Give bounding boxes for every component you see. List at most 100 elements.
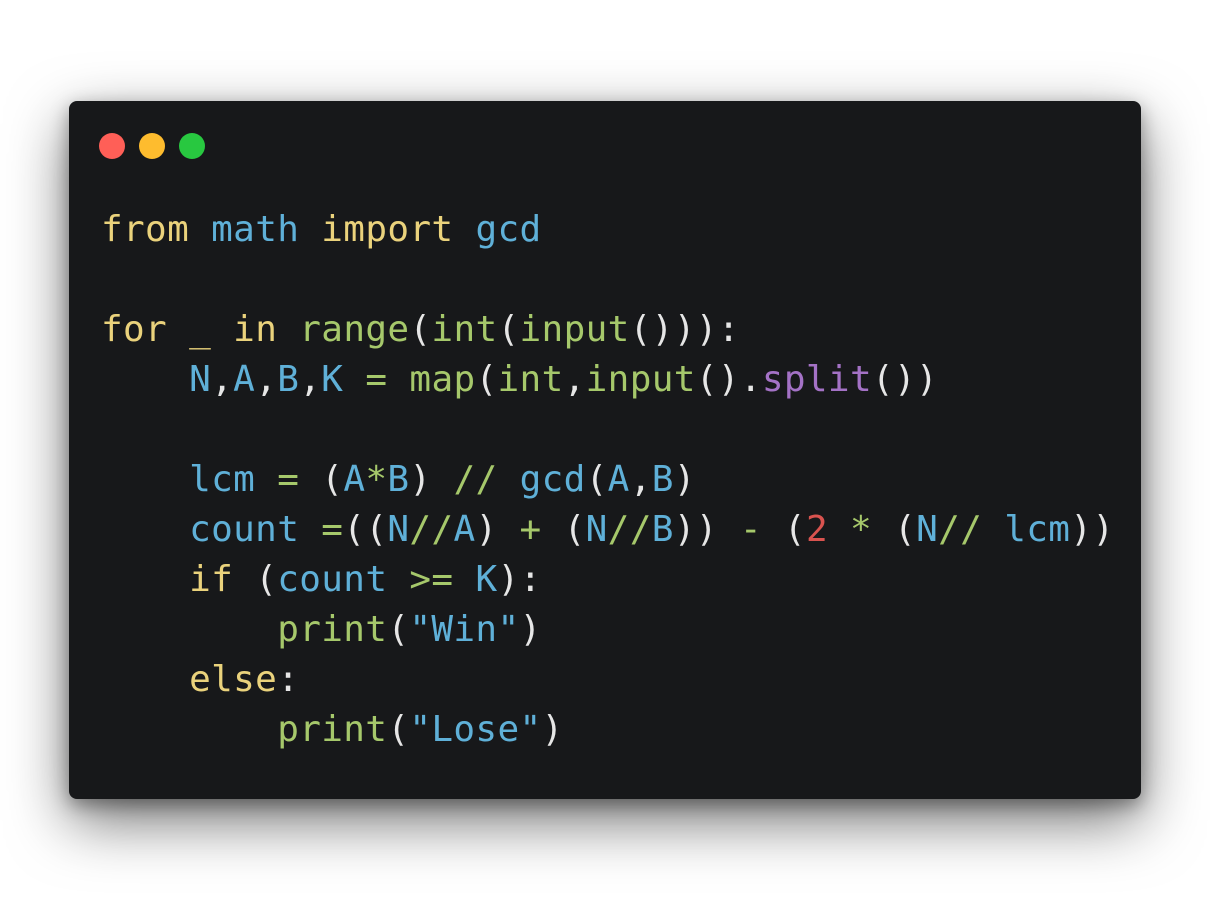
code-token: ( [409,309,432,350]
code-token: gcd [475,209,542,250]
code-token: A [453,509,476,550]
code-token: ( [761,509,806,550]
code-line: from math import gcd [101,205,1114,255]
code-token: N [916,509,939,550]
code-token: ( [585,459,608,500]
code-line: lcm = (A*B) // gcd(A,B) [101,455,1114,505]
code-token: N [585,509,608,550]
code-token: ( [233,559,278,600]
code-token: , [255,359,278,400]
code-token: A [233,359,256,400]
code-token: + [519,509,542,550]
code-token: = [365,359,388,400]
code-token: _ [189,309,212,350]
code-token: range [299,309,410,350]
code-line: print("Lose") [101,705,1114,755]
code-token: ) [541,709,564,750]
code-token: // [938,509,983,550]
code-token: K [321,359,344,400]
code-line: if (count >= K): [101,555,1114,605]
code-token: input [585,359,696,400]
code-token: )) [1070,509,1115,550]
code-token: N [189,359,212,400]
code-line: count =((N//A) + (N//B)) - (2 * (N// lcm… [101,505,1114,555]
code-block: from math import gcd for _ in range(int(… [101,205,1114,755]
code-token: ) [673,459,696,500]
code-line: N,A,B,K = map(int,input().split()) [101,355,1114,405]
code-token: int [431,309,498,350]
code-token: if [189,559,234,600]
code-token: A [607,459,630,500]
code-token: // [607,509,652,550]
code-token: - [739,509,762,550]
code-token: , [563,359,586,400]
code-token: * [850,509,873,550]
code-token: = [277,459,300,500]
code-token: ( [299,459,344,500]
code-token: map [409,359,476,400]
code-token: int [497,359,564,400]
code-token: print [277,709,388,750]
code-token: K [475,559,498,600]
code-token: = [321,509,344,550]
code-token: gcd [519,459,586,500]
minimize-dot[interactable] [139,133,165,159]
code-token: ) [409,459,454,500]
code-token: : [277,659,300,700]
code-token: N [387,509,410,550]
code-token: ) [475,509,520,550]
code-token: count [189,509,300,550]
code-line: else: [101,655,1114,705]
code-token: ()) [871,359,939,400]
code-token: 2 [805,509,828,550]
code-token: ( [387,609,410,650]
code-line: print("Win") [101,605,1114,655]
code-token: math [211,209,300,250]
code-token: , [211,359,234,400]
code-token: , [299,359,322,400]
code-token: ) [519,609,542,650]
code-token: ): [497,559,542,600]
close-dot[interactable] [99,133,125,159]
code-token: ( [541,509,586,550]
code-token: from [101,209,190,250]
code-token: , [629,459,652,500]
code-token: A [343,459,366,500]
code-token: B [387,459,410,500]
maximize-dot[interactable] [179,133,205,159]
code-token: // [409,509,454,550]
code-token: "Win" [409,609,520,650]
code-token: ())): [629,309,740,350]
code-token: B [277,359,300,400]
code-token: ( [387,709,410,750]
code-token: ( [475,359,498,400]
code-token: (). [695,359,762,400]
code-token: (( [343,509,388,550]
code-window: from math import gcd for _ in range(int(… [69,101,1141,799]
code-token: "Lose" [409,709,542,750]
code-token: )) [673,509,740,550]
code-token: * [365,459,388,500]
code-token: split [761,359,872,400]
